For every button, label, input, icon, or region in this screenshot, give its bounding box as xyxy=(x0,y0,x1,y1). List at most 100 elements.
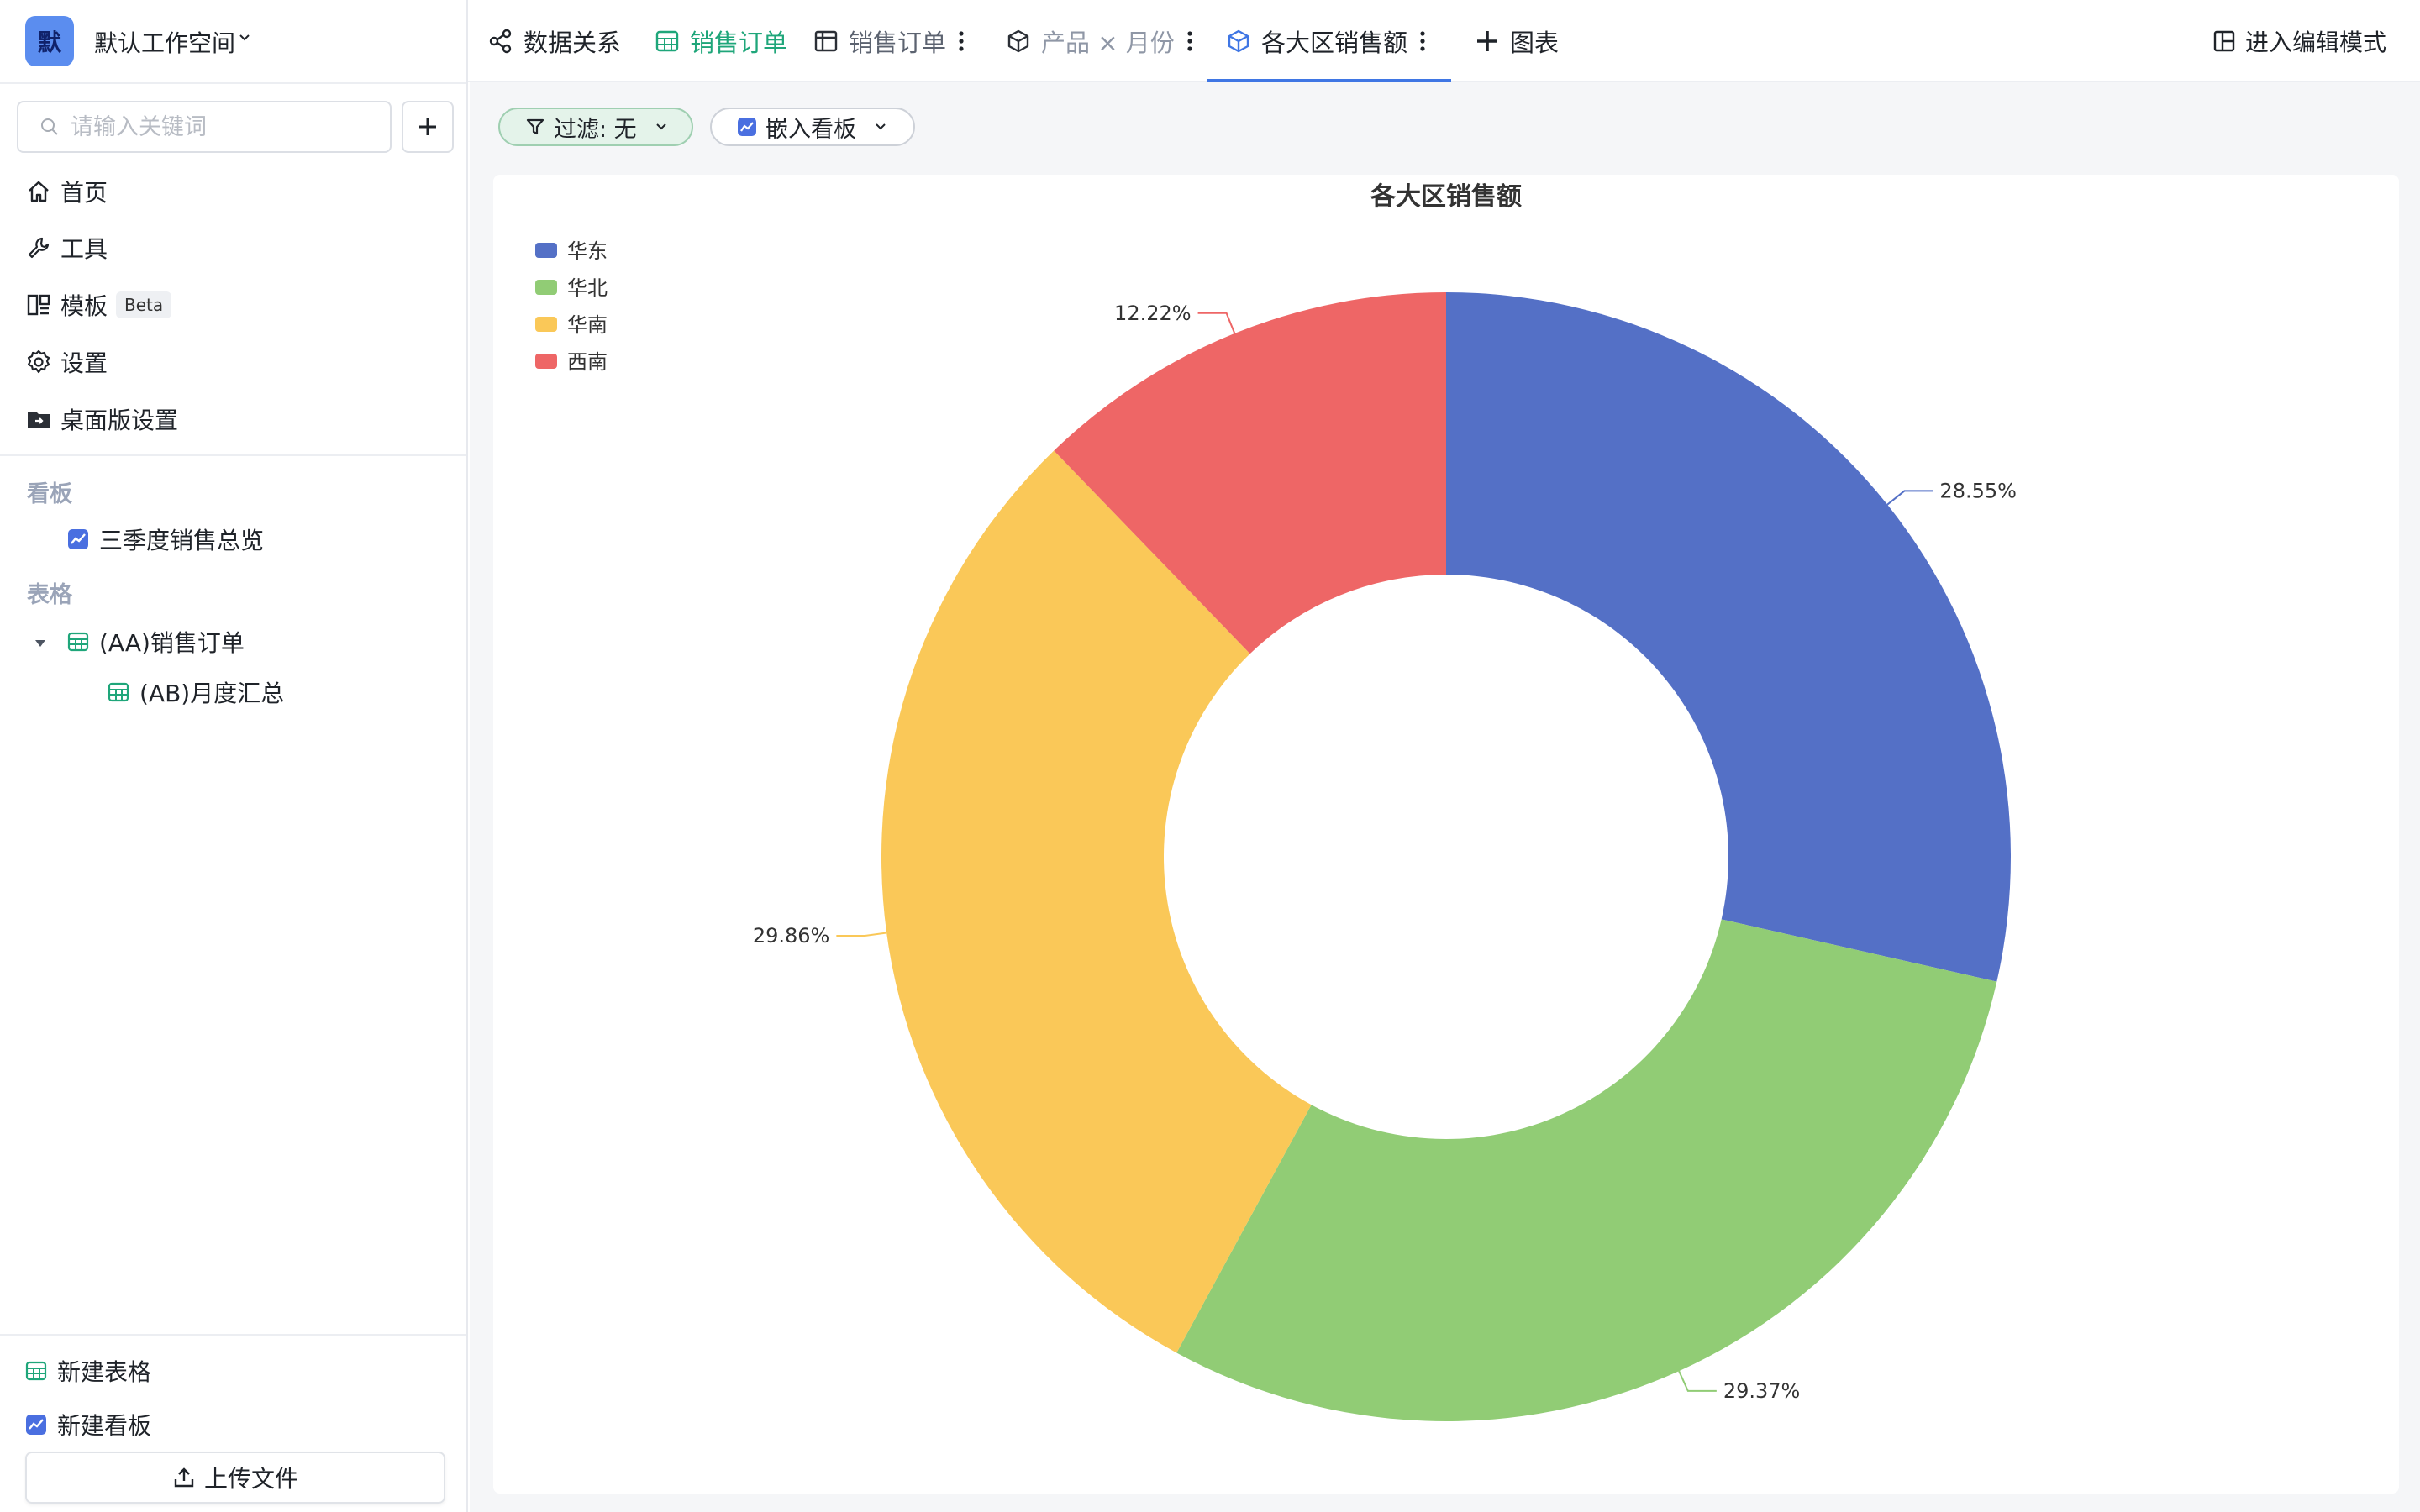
enter-edit-mode-button[interactable]: 进入编辑模式 xyxy=(2213,0,2386,82)
tab-bar: 数据关系 销售订单 销售订单 产品 × 月份 各大区销售额 图表 进入编辑模式 xyxy=(468,0,2420,82)
legend-item-1[interactable]: 华北 xyxy=(535,276,608,300)
nav-tools[interactable]: 工具 xyxy=(25,227,108,269)
embed-dashboard-dropdown[interactable]: 嵌入看板 xyxy=(710,108,915,146)
tab-sales-orders-table[interactable]: 销售订单 xyxy=(655,0,787,82)
legend-item-3[interactable]: 西南 xyxy=(535,350,608,374)
table-icon xyxy=(25,1361,47,1381)
nav-tools-label: 工具 xyxy=(60,235,108,263)
search-icon xyxy=(41,118,58,135)
main-content: 过滤: 无 嵌入看板 各大区销售额 华东 华北 华南 西南 28.55% 29.37% 2… xyxy=(470,82,2420,1512)
sidebar-bottom-divider xyxy=(0,1334,466,1336)
legend-label: 西南 xyxy=(567,350,608,374)
tab-region-sales[interactable]: 各大区销售额 xyxy=(1207,0,1452,82)
table-item-label: (AA)销售订单 xyxy=(99,629,245,657)
tab-sales-orders-pivot[interactable]: 销售订单 xyxy=(813,0,965,82)
sidebar-divider xyxy=(0,454,466,456)
nav-home[interactable]: 首页 xyxy=(25,171,108,213)
dashboards-section-label: 看板 xyxy=(27,481,72,507)
more-vertical-icon[interactable] xyxy=(958,30,965,52)
tab-add-chart[interactable]: 图表 xyxy=(1475,0,1559,82)
pie-slice-1[interactable] xyxy=(1176,919,1997,1421)
table-item-sales-orders[interactable]: (AA)销售订单 xyxy=(67,625,245,659)
add-button[interactable] xyxy=(402,101,454,153)
filter-label: 过滤: 无 xyxy=(554,116,637,143)
nav-settings-label: 设置 xyxy=(60,349,108,377)
new-dashboard-label: 新建看板 xyxy=(57,1412,152,1440)
label-leader-line-2 xyxy=(836,932,887,937)
new-table-label: 新建表格 xyxy=(57,1358,152,1386)
nav-templates[interactable]: 模板 Beta xyxy=(25,284,172,326)
donut-chart[interactable]: 各大区销售额 华东华北华南西南 28.55% 29.37% 29.86% 12.22% xyxy=(493,175,2399,1494)
tables-section-label: 表格 xyxy=(27,582,72,608)
new-table-button[interactable]: 新建表格 xyxy=(25,1354,151,1388)
filter-dropdown[interactable]: 过滤: 无 xyxy=(498,108,693,146)
nav-desktop-settings[interactable]: 桌面版设置 xyxy=(25,398,178,440)
new-dashboard-button[interactable]: 新建看板 xyxy=(25,1408,151,1441)
tab-label: 数据关系 xyxy=(523,29,622,57)
cube-icon xyxy=(1007,29,1029,53)
dashboard-icon xyxy=(738,118,756,136)
nav-templates-label: 模板 xyxy=(60,292,108,320)
cube-icon xyxy=(1228,29,1249,53)
upload-file-button[interactable]: 上传文件 xyxy=(25,1452,445,1504)
nav-settings[interactable]: 设置 xyxy=(25,341,108,383)
nav-desktop-settings-label: 桌面版设置 xyxy=(60,407,179,434)
legend-swatch xyxy=(535,280,557,295)
legend-swatch xyxy=(535,317,557,332)
upload-file-label: 上传文件 xyxy=(203,1465,298,1493)
more-vertical-icon[interactable] xyxy=(1186,30,1193,52)
plus-icon xyxy=(1477,31,1497,51)
legend-label: 华北 xyxy=(567,276,608,300)
table-icon xyxy=(67,632,89,652)
beta-badge: Beta xyxy=(116,291,172,318)
search-input[interactable] xyxy=(69,113,375,141)
data-label-1: 29.37% xyxy=(1723,1379,1801,1403)
label-leader-line-0 xyxy=(1886,490,1933,506)
tab-product-month[interactable]: 产品 × 月份 xyxy=(1006,0,1193,82)
pie-slice-0[interactable] xyxy=(1446,292,2011,982)
table-icon xyxy=(108,682,129,702)
legend-swatch xyxy=(535,243,557,258)
home-icon xyxy=(29,181,49,202)
tab-label: 各大区销售额 xyxy=(1261,29,1408,57)
chevron-down-icon xyxy=(655,123,666,130)
tab-label: 产品 × 月份 xyxy=(1041,29,1175,57)
data-label-0: 28.55% xyxy=(1939,479,2017,502)
legend-swatch xyxy=(535,354,557,369)
workspace-avatar: 默 xyxy=(25,16,74,66)
enter-edit-mode-label: 进入编辑模式 xyxy=(2244,29,2386,56)
tab-label: 销售订单 xyxy=(690,29,788,57)
label-leader-line-1 xyxy=(1678,1370,1717,1392)
caret-down-icon[interactable] xyxy=(32,637,49,650)
chevron-down-icon xyxy=(876,123,886,130)
label-leader-line-3 xyxy=(1197,312,1236,334)
sidebar: 默 默认工作空间 首页 工具 模板 xyxy=(0,0,468,1512)
legend-item-2[interactable]: 华南 xyxy=(535,313,608,337)
desktop-folder-icon xyxy=(28,412,50,428)
search-input-box[interactable] xyxy=(17,101,392,153)
table-item-monthly-summary[interactable]: (AB)月度汇总 xyxy=(108,675,284,709)
plus-icon xyxy=(419,118,436,135)
chart-card: 各大区销售额 华东 华北 华南 西南 28.55% 29.37% 29.86% 12.22% xyxy=(493,175,2399,1494)
tab-label: 销售订单 xyxy=(849,29,947,57)
more-vertical-icon[interactable] xyxy=(1419,30,1426,52)
table-item-label: (AB)月度汇总 xyxy=(139,680,285,707)
legend-label: 华东 xyxy=(567,239,608,263)
dashboard-icon xyxy=(26,1415,46,1435)
dashboard-item[interactable]: 三季度销售总览 xyxy=(67,522,264,556)
tab-data-relations[interactable]: 数据关系 xyxy=(488,0,621,82)
legend-item-0[interactable]: 华东 xyxy=(535,239,608,263)
filter-icon xyxy=(526,118,544,135)
workspace-name: 默认工作空间 xyxy=(94,29,236,57)
workspace-switcher[interactable]: 默 默认工作空间 xyxy=(0,0,466,84)
chart-slices xyxy=(881,292,2011,1421)
share-icon xyxy=(489,29,512,54)
embed-dashboard-label: 嵌入看板 xyxy=(765,116,856,143)
gear-icon xyxy=(27,349,50,374)
wrench-icon xyxy=(28,237,50,259)
template-icon xyxy=(27,294,50,316)
dashboard-icon xyxy=(68,529,88,549)
nav-home-label: 首页 xyxy=(60,179,108,207)
chart-legend[interactable]: 华东华北华南西南 xyxy=(535,239,608,374)
layout-icon xyxy=(2213,30,2235,52)
